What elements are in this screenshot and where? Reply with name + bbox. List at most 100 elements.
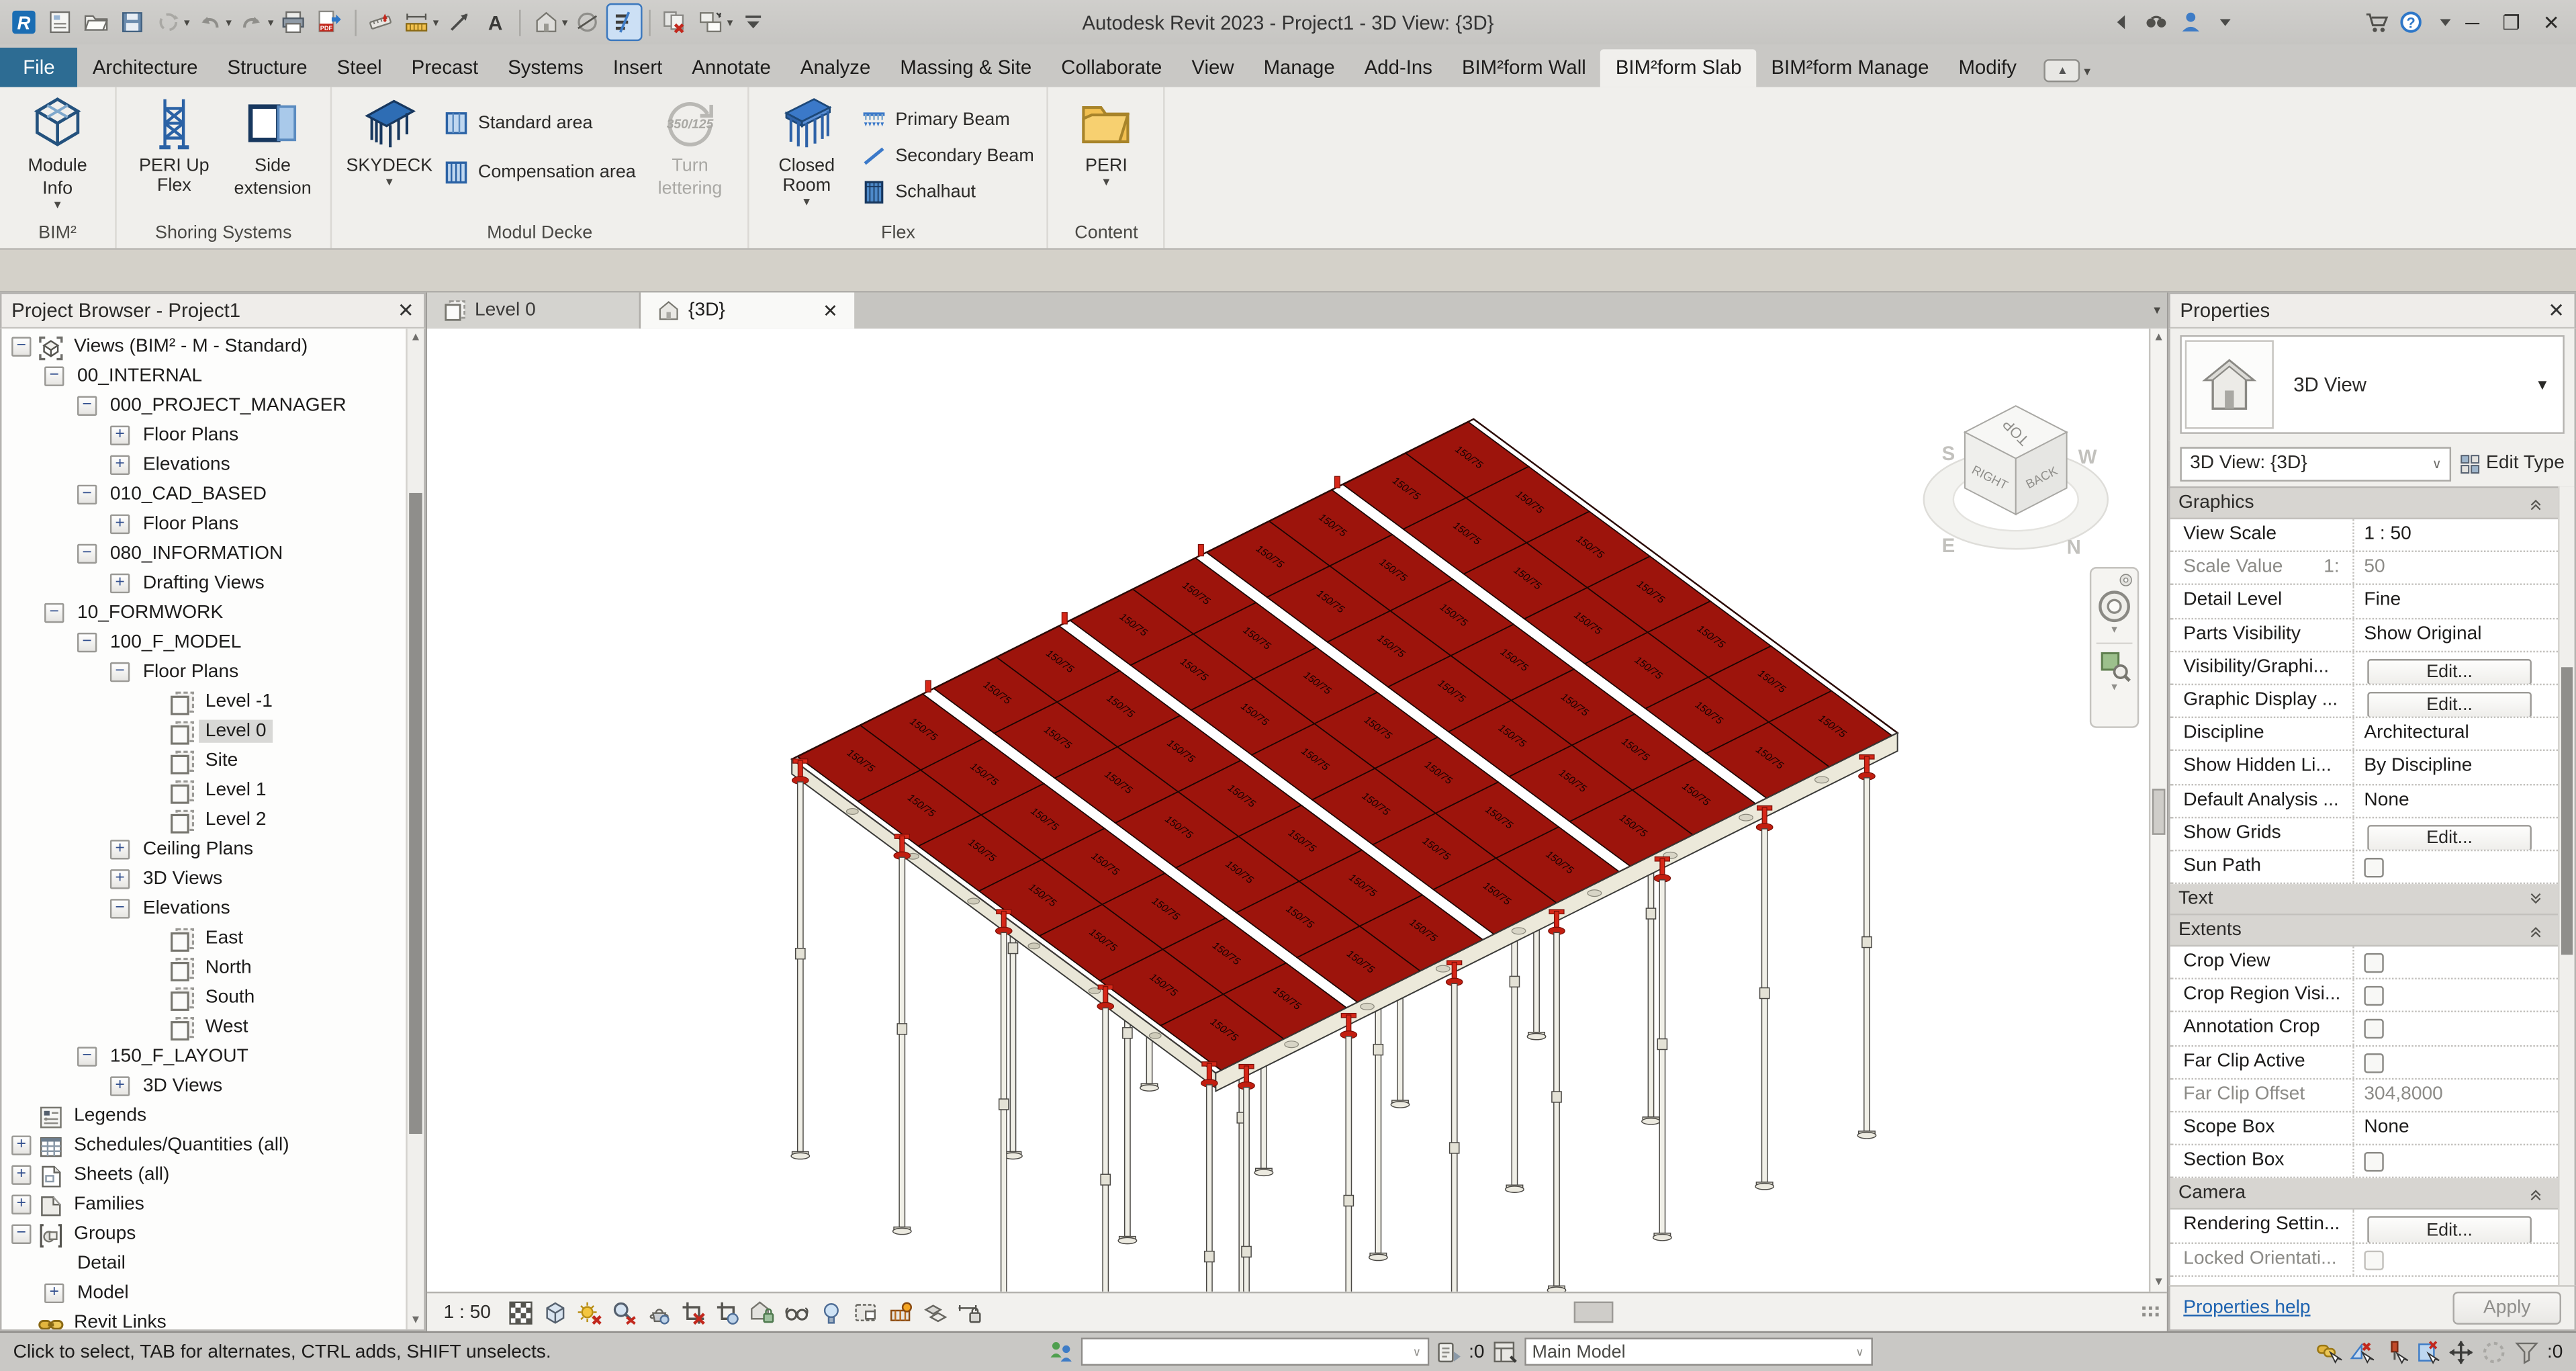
- tree-item-080-information[interactable]: −080_INFORMATION: [1, 539, 404, 568]
- property-value[interactable]: 50: [2364, 558, 2385, 577]
- qat-default-3d-icon[interactable]: [529, 5, 562, 39]
- restore-button[interactable]: ❐: [2502, 11, 2520, 34]
- tree-item-model[interactable]: +Model: [1, 1278, 404, 1308]
- qat-customize-icon[interactable]: [736, 5, 769, 39]
- tree-expander-icon[interactable]: −: [77, 396, 97, 416]
- ribbon-button-schalhaut[interactable]: Schalhaut: [856, 174, 1040, 210]
- vcb-shadows-off-icon[interactable]: [611, 1299, 637, 1325]
- properties-section-extents[interactable]: Extents: [2170, 916, 2575, 946]
- status-press-drag-icon[interactable]: [2481, 1339, 2508, 1365]
- qat-sync-dropdown-icon[interactable]: ▾: [184, 15, 190, 29]
- drawing-area[interactable]: 150/75150/75150/75150/75150/75150/75150/…: [427, 328, 2149, 1292]
- property-checkbox[interactable]: [2364, 1053, 2383, 1072]
- tree-expander-icon[interactable]: −: [77, 1047, 97, 1066]
- vcb-constraints-icon[interactable]: [956, 1299, 982, 1325]
- ribbon-button-turn-lettering[interactable]: 350/125Turnlettering: [641, 91, 739, 199]
- tree-item-150-f-layout[interactable]: −150_F_LAYOUT: [1, 1042, 404, 1071]
- vcb-analytic-icon[interactable]: [852, 1299, 878, 1325]
- resize-grip[interactable]: [2141, 1304, 2160, 1318]
- status-filter-icon[interactable]: [2514, 1339, 2540, 1365]
- scroll-down-icon[interactable]: ▼: [2150, 1274, 2166, 1292]
- view-scale-control[interactable]: 1 : 50: [437, 1299, 508, 1325]
- ribbon-state-icon[interactable]: ▲: [2045, 59, 2081, 82]
- properties-close-icon[interactable]: ✕: [2548, 299, 2565, 322]
- tree-expander-icon[interactable]: −: [44, 367, 64, 386]
- edit-button[interactable]: Edit...: [2367, 658, 2532, 683]
- qat-redo-icon[interactable]: [235, 5, 268, 39]
- qat-print-icon[interactable]: [277, 5, 310, 39]
- tree-item-ceiling-plans[interactable]: +Ceiling Plans: [1, 835, 404, 865]
- chevron-down-icon[interactable]: ▾: [2111, 682, 2117, 695]
- view-cube[interactable]: S W E N TOP RIGHT BACK: [1906, 378, 2136, 592]
- tree-item-level-0[interactable]: Level 0: [1, 717, 404, 746]
- ribbon-button-module-info[interactable]: ModuleInfo▾: [8, 91, 107, 212]
- edit-button[interactable]: Edit...: [2367, 1217, 2532, 1241]
- scroll-up-icon[interactable]: ▲: [408, 328, 424, 347]
- tree-item-level-1[interactable]: Level -1: [1, 687, 404, 717]
- qat-close-inactive-icon[interactable]: [658, 5, 691, 39]
- ribbon-tab-architecture[interactable]: Architecture: [78, 49, 213, 87]
- vcb-lock-3d-icon[interactable]: [749, 1299, 775, 1325]
- project-browser-scrollbar-thumb[interactable]: [409, 493, 422, 1134]
- design-options-combo[interactable]: Main Model ∨: [1524, 1337, 1872, 1366]
- status-drag-elements-icon[interactable]: [2448, 1339, 2475, 1365]
- scroll-up-icon[interactable]: ▲: [2150, 328, 2166, 347]
- tree-item-views-bim-m-standard-[interactable]: −Views (BIM² - M - Standard): [1, 332, 404, 361]
- tree-item-floor-plans[interactable]: +Floor Plans: [1, 509, 404, 539]
- view-tabs-menu-icon[interactable]: ▾: [2154, 302, 2160, 317]
- tree-item-legends[interactable]: Legends: [1, 1101, 404, 1131]
- ribbon-button-secondary-beam[interactable]: Secondary Beam: [856, 138, 1040, 175]
- qat-revit-logo-icon[interactable]: R: [7, 5, 40, 39]
- ribbon-tab-precast[interactable]: Precast: [397, 49, 494, 87]
- qat-switch-windows-dropdown-icon[interactable]: ▾: [727, 15, 733, 29]
- canvas-vscrollbar-thumb[interactable]: [2152, 789, 2166, 835]
- infocenter-account-icon[interactable]: [2178, 10, 2203, 35]
- qat-undo-icon[interactable]: [193, 5, 226, 39]
- tree-item-floor-plans[interactable]: +Floor Plans: [1, 421, 404, 450]
- ribbon-tab-collaborate[interactable]: Collaborate: [1046, 49, 1177, 87]
- tree-item-drafting-views[interactable]: +Drafting Views: [1, 568, 404, 598]
- ribbon-button-closed-room[interactable]: Closed Room▾: [757, 91, 856, 209]
- qat-undo-dropdown-icon[interactable]: ▾: [226, 15, 232, 29]
- property-value[interactable]: 1 : 50: [2364, 524, 2411, 543]
- vcb-displacement-icon[interactable]: [921, 1299, 948, 1325]
- tree-item-000-project-manager[interactable]: −000_PROJECT_MANAGER: [1, 391, 404, 421]
- property-value[interactable]: None: [2364, 790, 2409, 809]
- infocenter-cart-icon[interactable]: [2364, 10, 2389, 35]
- ribbon-tab-bim-form-slab[interactable]: BIM²form Slab: [1601, 49, 1757, 87]
- apply-button[interactable]: Apply: [2453, 1292, 2561, 1325]
- qat-switch-windows-icon[interactable]: [694, 5, 727, 39]
- qat-text-icon[interactable]: A: [478, 5, 511, 39]
- section-collapse-icon[interactable]: [2528, 923, 2543, 938]
- ribbon-tab-file[interactable]: File: [0, 48, 78, 87]
- qat-save-icon[interactable]: [115, 5, 148, 39]
- infocenter-caret-icon[interactable]: [2213, 10, 2229, 35]
- tree-item-3d-views[interactable]: +3D Views: [1, 1071, 404, 1101]
- ribbon-tab-annotate[interactable]: Annotate: [677, 49, 786, 87]
- tree-expander-icon[interactable]: −: [110, 662, 130, 682]
- qat-section-icon[interactable]: [571, 5, 604, 39]
- infocenter-help-icon[interactable]: ?: [2398, 10, 2423, 35]
- tree-item-3d-views[interactable]: +3D Views: [1, 865, 404, 894]
- qat-file-info-icon[interactable]: [43, 5, 76, 39]
- tree-expander-icon[interactable]: +: [110, 869, 130, 889]
- property-checkbox[interactable]: [2364, 1152, 2383, 1171]
- qat-default-3d-dropdown-icon[interactable]: ▾: [562, 15, 568, 29]
- ribbon-button-standard-area[interactable]: Standard area: [439, 105, 641, 142]
- status-select-pinned-icon[interactable]: [2383, 1339, 2409, 1365]
- view-tab-level0[interactable]: Level 0: [427, 292, 641, 328]
- tree-expander-icon[interactable]: +: [11, 1195, 31, 1214]
- property-checkbox[interactable]: [2364, 986, 2383, 1006]
- property-checkbox[interactable]: [2364, 858, 2383, 877]
- ribbon-tab-systems[interactable]: Systems: [493, 49, 598, 87]
- project-browser-scrollbar[interactable]: ▲ ▼: [406, 328, 424, 1329]
- qat-thin-lines-icon[interactable]: [607, 5, 640, 39]
- editing-requests-icon[interactable]: [1436, 1339, 1462, 1365]
- ribbon-tab-analyze[interactable]: Analyze: [786, 49, 886, 87]
- ribbon-button-primary-beam[interactable]: Primary Beam: [856, 102, 1040, 138]
- ribbon-button-compensation-area[interactable]: Compensation area: [439, 154, 641, 191]
- property-value[interactable]: Architectural: [2364, 723, 2469, 743]
- tree-item-level-2[interactable]: Level 2: [1, 805, 404, 835]
- tree-expander-icon[interactable]: −: [77, 544, 97, 564]
- tree-expander-icon[interactable]: −: [77, 633, 97, 652]
